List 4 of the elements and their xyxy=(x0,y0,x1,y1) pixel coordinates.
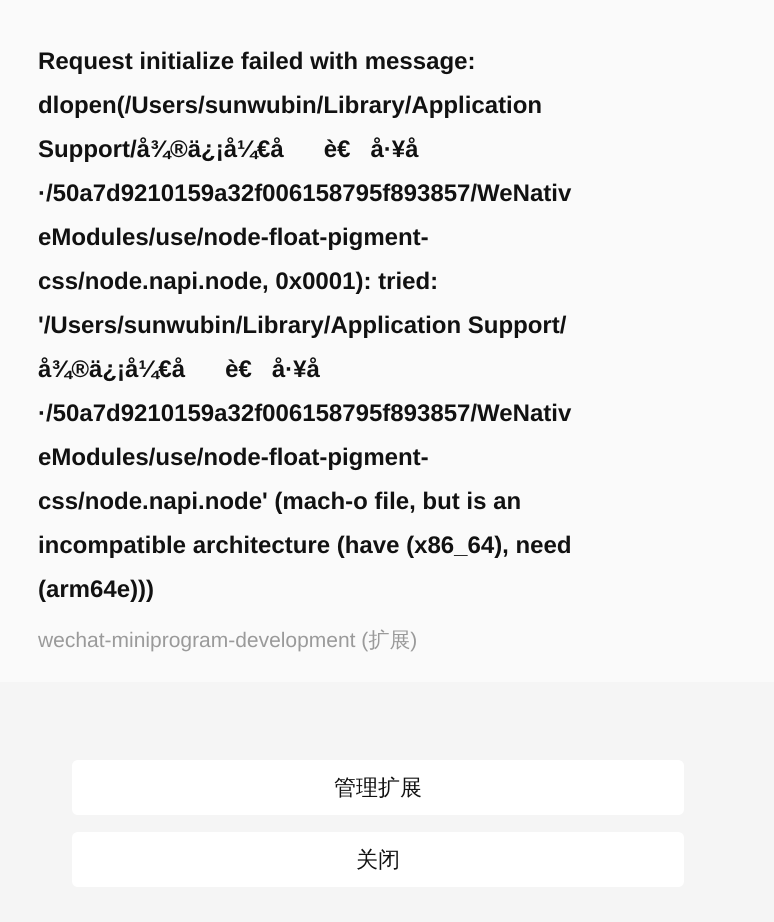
dialog-button[interactable]: 管理扩展 xyxy=(72,760,684,815)
dialog-button[interactable]: 关闭 xyxy=(72,832,684,887)
error-message: Request initialize failed with message: dlopen(/Users/sunwubin/Library/Application Support/å¾®ä¿¡å¼€å è€ å·¥å ·/50a7d9210159a32f006158795f893857/WeNativ eModules/use/node-float-pigment- css/node.napi.node, 0x0001): tried: '/Users/sunwubin/Library/Application Support/ å¾®ä¿¡å¼€å è€ å·¥å ·/50a7d9210159a32f006158795f893857/WeNativ eModules/use/node-float-pigment- css/node.napi.node' (mach-o file, but is an incompatible architecture (have (x86_64), need (arm64e))) xyxy=(38,47,573,605)
extension-source: wechat-miniprogram-development (扩展) xyxy=(38,628,418,654)
